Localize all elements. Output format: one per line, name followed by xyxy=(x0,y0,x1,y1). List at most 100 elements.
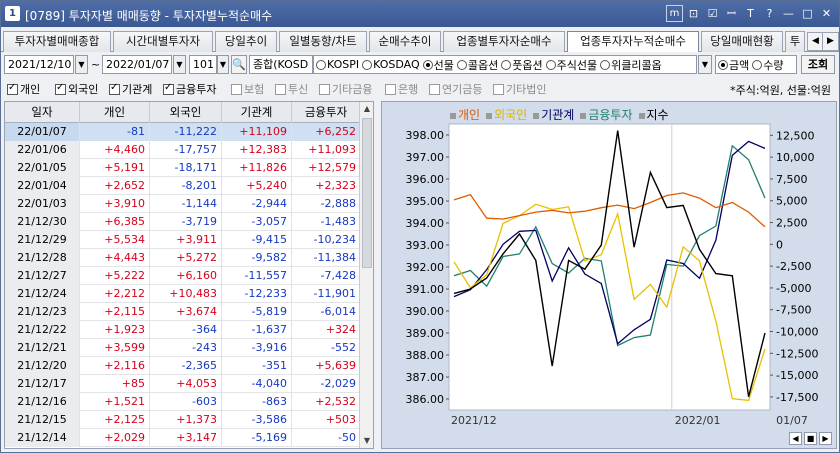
radio-quantity[interactable]: 수량 xyxy=(752,57,784,73)
cell-foreign: -243 xyxy=(150,339,222,357)
table-row[interactable]: 22/01/07 -81 -11,222 +11,109 +6,252 xyxy=(5,123,361,141)
right-axis-label: -15,000 xyxy=(776,369,818,382)
radio-put[interactable]: 풋옵션 xyxy=(501,57,543,73)
table-row[interactable]: 21/12/30 +6,385 -3,719 -3,057 -1,483 xyxy=(5,213,361,231)
header-financial-invest[interactable]: 금융투자 xyxy=(292,102,361,123)
tab-today-status[interactable]: 당일매매현황 xyxy=(701,31,783,52)
radio-amount[interactable]: 금액 xyxy=(718,57,749,73)
filter-bank[interactable]: 은행 xyxy=(385,81,418,97)
table-row[interactable]: 22/01/05 +5,191 -18,171 +11,826 +12,579 xyxy=(5,159,361,177)
table-row[interactable]: 21/12/15 +2,125 +1,373 -3,586 +503 xyxy=(5,411,361,429)
query-button[interactable]: 조회 xyxy=(801,55,835,74)
scroll-up-icon[interactable]: ▲ xyxy=(361,103,373,115)
close-icon[interactable]: ✕ xyxy=(818,5,835,22)
end-calendar-icon[interactable]: ▼ xyxy=(173,55,186,74)
cell-individual: +5,222 xyxy=(80,267,150,285)
header-date[interactable]: 일자 xyxy=(5,102,80,123)
cell-date: 21/12/28 xyxy=(5,249,80,267)
table-scrollbar[interactable]: ▲ ▼ xyxy=(359,102,373,448)
cell-foreign: +10,483 xyxy=(150,285,222,303)
maximize-icon[interactable]: □ xyxy=(799,5,816,22)
start-date-field[interactable]: 2021/12/10 xyxy=(4,55,74,74)
start-calendar-icon[interactable]: ▼ xyxy=(75,55,88,74)
tab-next-icon[interactable]: ▶ xyxy=(822,32,839,51)
cell-institution: +5,240 xyxy=(222,177,292,195)
header-institution[interactable]: 기관계 xyxy=(222,102,292,123)
radio-stock-futures[interactable]: 주식선물 xyxy=(545,57,597,73)
minimize-icon[interactable]: — xyxy=(780,5,797,22)
market-select[interactable]: 종합(KOSD xyxy=(249,55,313,74)
filter-other-corp[interactable]: 기타법인 xyxy=(493,81,546,97)
table-row[interactable]: 21/12/16 +1,521 -603 -863 +2,532 xyxy=(5,393,361,411)
table-row[interactable]: 21/12/22 +1,923 -364 -1,637 +324 xyxy=(5,321,361,339)
check-icon[interactable]: ☑ xyxy=(704,5,721,22)
table-row[interactable]: 21/12/28 +4,443 +5,272 -9,582 -11,384 xyxy=(5,249,361,267)
radio-weekly-call-dot xyxy=(600,59,611,70)
cell-foreign: +5,272 xyxy=(150,249,222,267)
left-axis-label: 390.00 xyxy=(406,305,445,318)
header-individual[interactable]: 개인 xyxy=(80,102,150,123)
filter-insurance[interactable]: 보험 xyxy=(231,81,264,97)
cell-institution: -3,916 xyxy=(222,339,292,357)
tab-daily-chart[interactable]: 일별동향/차트 xyxy=(279,31,367,52)
radio-kospi[interactable]: KOSPI xyxy=(316,58,359,71)
radio-weekly-call[interactable]: 위클리콜옵 xyxy=(600,57,662,73)
chart-prev-icon[interactable]: ◀ xyxy=(789,432,802,445)
header-foreign[interactable]: 외국인 xyxy=(150,102,222,123)
pin-icon[interactable]: ꟷ xyxy=(723,5,740,22)
radio-futures[interactable]: 선물 xyxy=(422,57,454,73)
code-field[interactable]: 101 xyxy=(189,55,217,74)
search-icon[interactable]: 🔍 xyxy=(231,55,247,74)
cell-foreign: +3,674 xyxy=(150,303,222,321)
tab-sector-net-buy[interactable]: 업종별투자자순매수 xyxy=(443,31,565,52)
filter-individual[interactable]: 개인 xyxy=(7,81,40,97)
cell-foreign: -11,222 xyxy=(150,123,222,141)
tab-sector-cumulative[interactable]: 업종투자자누적순매수 xyxy=(567,31,699,52)
table-row[interactable]: 21/12/17 +85 +4,053 -4,040 -2,029 xyxy=(5,375,361,393)
table-row[interactable]: 21/12/23 +2,115 +3,674 -5,819 -6,014 xyxy=(5,303,361,321)
scroll-thumb[interactable] xyxy=(362,118,372,268)
tab-more[interactable]: 투 xyxy=(785,31,805,52)
cell-foreign: -3,719 xyxy=(150,213,222,231)
table-row[interactable]: 21/12/24 +2,212 +10,483 -12,233 -11,901 xyxy=(5,285,361,303)
filter-foreign[interactable]: 외국인 xyxy=(55,81,98,97)
tab-net-buy-trend[interactable]: 순매수추이 xyxy=(369,31,441,52)
table-row[interactable]: 21/12/27 +5,222 +6,160 -11,557 -7,428 xyxy=(5,267,361,285)
tab-investor-summary[interactable]: 투자자별매매종합 xyxy=(3,31,111,52)
market-dropdown-icon[interactable]: ▼ xyxy=(698,55,712,74)
cell-financial-invest: -10,234 xyxy=(292,231,361,249)
cell-date: 22/01/07 xyxy=(5,123,80,141)
filter-other-finance[interactable]: 기타금융 xyxy=(319,81,372,97)
filter-institution-box xyxy=(109,82,120,95)
table-row[interactable]: 22/01/06 +4,460 -17,757 +12,383 +11,093 xyxy=(5,141,361,159)
help-icon[interactable]: ? xyxy=(761,5,778,22)
filter-institution[interactable]: 기관계 xyxy=(109,81,152,97)
radio-kosdaq[interactable]: KOSDAQ xyxy=(362,58,420,71)
end-date-field[interactable]: 2022/01/07 xyxy=(102,55,172,74)
font-icon[interactable]: T xyxy=(742,5,759,22)
cell-date: 21/12/20 xyxy=(5,357,80,375)
table-row[interactable]: 21/12/20 +2,116 -2,365 -351 +5,639 xyxy=(5,357,361,375)
radio-call[interactable]: 콜옵션 xyxy=(456,57,498,73)
table-row[interactable]: 21/12/29 +5,534 +3,911 -9,415 -10,234 xyxy=(5,231,361,249)
cell-institution: -3,586 xyxy=(222,411,292,429)
right-axis-label: -17,500 xyxy=(776,391,818,404)
memo-icon[interactable]: m xyxy=(666,5,683,22)
table-row[interactable]: 22/01/03 +3,910 -1,144 -2,944 -2,888 xyxy=(5,195,361,213)
scroll-down-icon[interactable]: ▼ xyxy=(361,435,373,447)
filter-pension[interactable]: 연기금등 xyxy=(429,81,482,97)
table-row[interactable]: 21/12/21 +3,599 -243 -3,916 -552 xyxy=(5,339,361,357)
cell-date: 21/12/23 xyxy=(5,303,80,321)
link-icon[interactable]: ⊡ xyxy=(685,5,702,22)
filter-trust[interactable]: 투신 xyxy=(275,81,308,97)
right-axis-label: 10,000 xyxy=(776,151,815,164)
tab-today-trend[interactable]: 당일추이 xyxy=(215,31,277,52)
chart-stop-icon[interactable]: ■ xyxy=(804,432,817,445)
chart-next-icon[interactable]: ▶ xyxy=(819,432,832,445)
tab-hourly-investor[interactable]: 시간대별투자자 xyxy=(113,31,213,52)
table-row[interactable]: 21/12/14 +2,029 +3,147 -5,169 -50 xyxy=(5,429,361,447)
cell-institution: -9,415 xyxy=(222,231,292,249)
table-row[interactable]: 22/01/04 +2,652 -8,201 +5,240 +2,323 xyxy=(5,177,361,195)
code-dropdown-icon[interactable]: ▼ xyxy=(217,55,229,74)
filter-financial-invest[interactable]: 금융투자 xyxy=(163,81,216,97)
